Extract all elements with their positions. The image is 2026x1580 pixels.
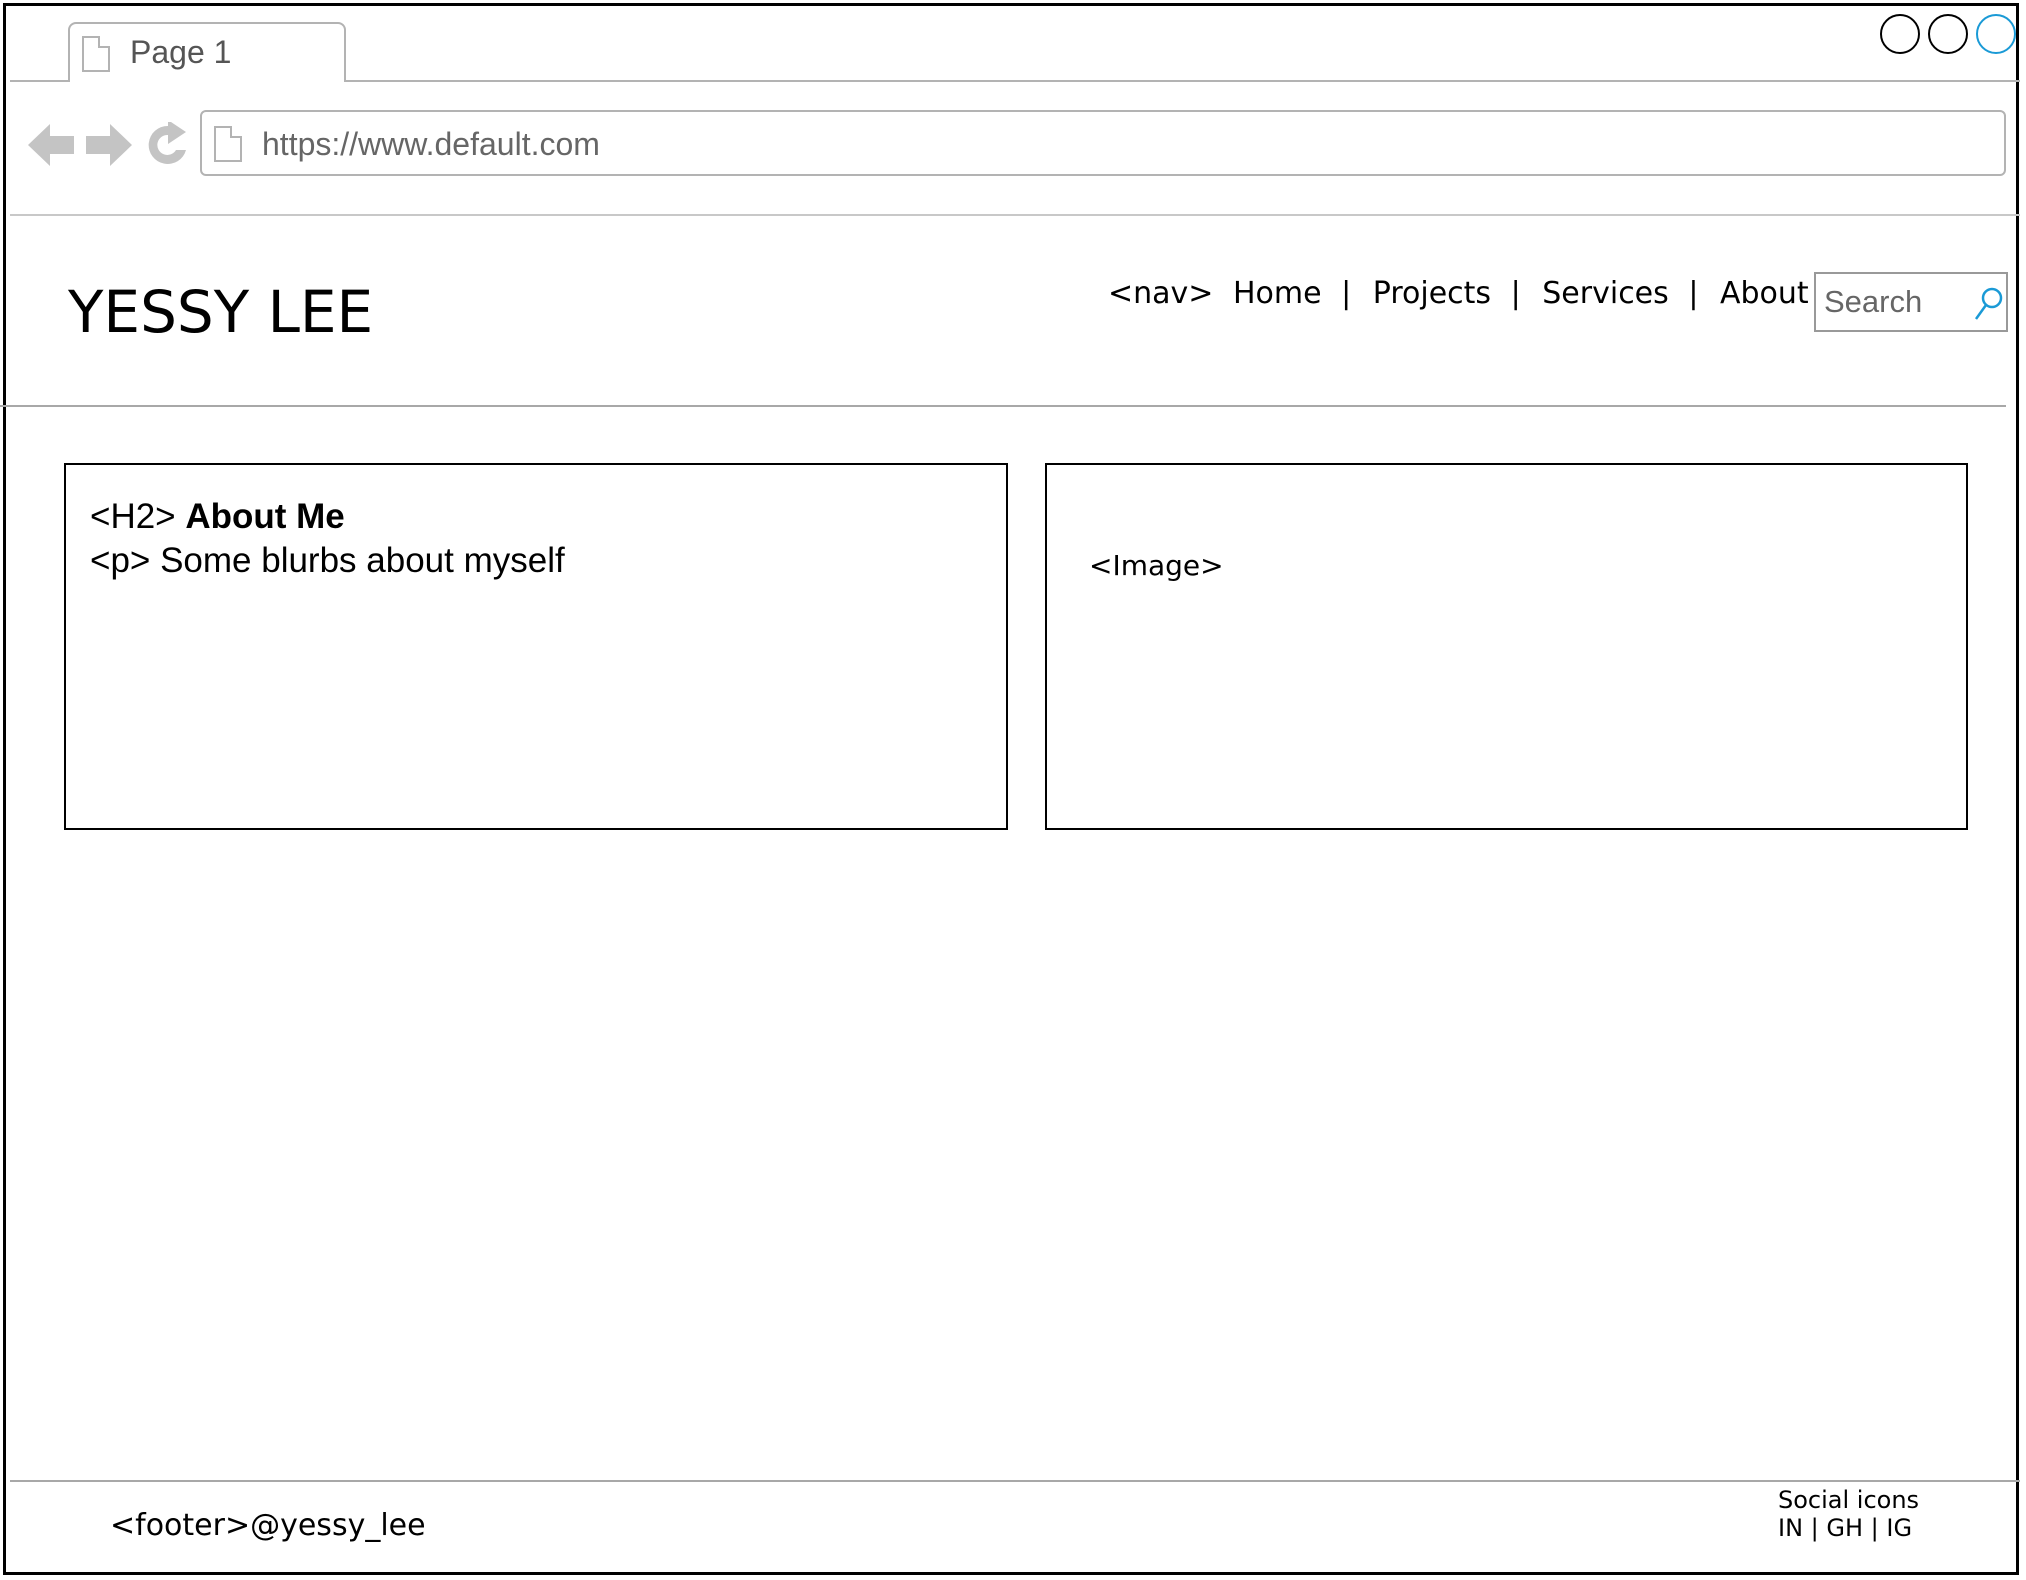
about-heading: <H2> About Me <box>90 497 345 537</box>
toolbar-divider <box>10 214 2020 216</box>
nav-tag-label: <nav> <box>1108 276 1214 311</box>
social-links: Social icons IN | GH | IG <box>1778 1486 1919 1542</box>
search-placeholder: Search <box>1824 284 1923 319</box>
nav-item-home[interactable]: Home <box>1233 276 1322 311</box>
nav-separator: | <box>1688 276 1699 311</box>
window-minimize-button[interactable] <box>1880 14 1920 54</box>
about-heading-text: About Me <box>185 497 345 536</box>
page-icon <box>82 36 110 72</box>
footer-handle[interactable]: <footer>@yessy_lee <box>110 1508 426 1543</box>
image-placeholder: <Image> <box>1045 463 1968 830</box>
nav-item-services[interactable]: Services <box>1542 276 1669 311</box>
social-title: Social icons <box>1778 1486 1920 1514</box>
nav-separator: | <box>1510 276 1521 311</box>
search-icon[interactable] <box>1972 286 2004 322</box>
h2-tag-label: <H2> <box>90 497 176 536</box>
main-nav: <nav> Home | Projects | Services | About… <box>1108 276 1863 311</box>
browser-tab[interactable]: Page 1 <box>68 22 346 82</box>
social-link-list[interactable]: IN | GH | IG <box>1778 1514 1919 1542</box>
forward-arrow-icon[interactable] <box>86 122 134 168</box>
nav-separator: | <box>1341 276 1352 311</box>
url-page-icon <box>214 126 242 162</box>
address-bar[interactable]: https://www.default.com <box>200 110 2006 176</box>
tab-label: Page 1 <box>130 34 232 70</box>
back-arrow-icon[interactable] <box>28 122 76 168</box>
url-text[interactable]: https://www.default.com <box>262 126 600 163</box>
window-close-button[interactable] <box>1976 14 2016 54</box>
footer-divider <box>10 1480 2020 1482</box>
nav-item-projects[interactable]: Projects <box>1373 276 1491 311</box>
about-section: <H2> About Me <p> Some blurbs about myse… <box>64 463 1008 830</box>
about-paragraph: <p> Some blurbs about myself <box>90 541 565 580</box>
window-maximize-button[interactable] <box>1928 14 1968 54</box>
site-title: YESSY LEE <box>68 278 374 346</box>
reload-icon[interactable] <box>144 122 192 168</box>
search-input[interactable]: Search <box>1814 272 2008 332</box>
header-divider <box>0 405 2006 407</box>
image-label: <Image> <box>1089 549 1224 582</box>
